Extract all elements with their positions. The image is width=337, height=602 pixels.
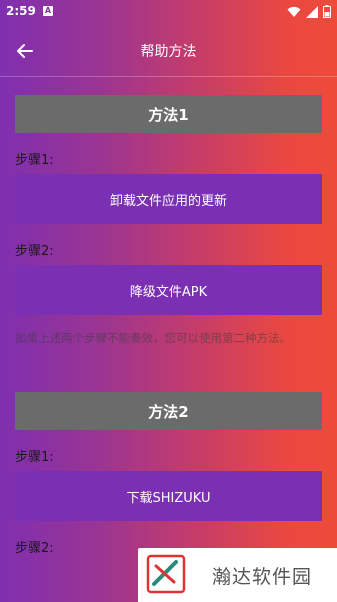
app-bar: 帮助方法	[0, 24, 337, 77]
method1-step1-label: 步骤1:	[15, 153, 54, 168]
method1-header: 方法1	[15, 95, 322, 133]
wifi-icon	[287, 6, 301, 17]
signal-icon	[306, 5, 318, 18]
status-icons	[287, 5, 331, 18]
notification-badge: A	[43, 6, 53, 16]
method2-step1-label: 步骤1:	[15, 450, 54, 465]
status-bar: 2:59 A	[0, 0, 337, 24]
page-title: 帮助方法	[140, 44, 197, 60]
battery-icon	[323, 5, 331, 18]
status-time: 2:59	[6, 4, 36, 18]
help-content: 方法1 步骤1: 卸载文件应用的更新 步骤2: 降级文件APK 如果上述两个步骤…	[15, 95, 322, 562]
downgrade-apk-button[interactable]: 降级文件APK	[15, 265, 322, 315]
method1-note: 如果上述两个步骤不能奏效，您可以使用第二种方法。	[15, 331, 291, 345]
uninstall-updates-button[interactable]: 卸载文件应用的更新	[15, 174, 322, 224]
watermark-logo	[146, 554, 186, 594]
method1-step2-label: 步骤2:	[15, 244, 54, 259]
watermark: 瀚达软件园	[138, 548, 337, 602]
watermark-text: 瀚达软件园	[212, 566, 313, 588]
method2-header: 方法2	[15, 392, 322, 430]
download-shizuku-button[interactable]: 下载SHIZUKU	[15, 471, 322, 521]
